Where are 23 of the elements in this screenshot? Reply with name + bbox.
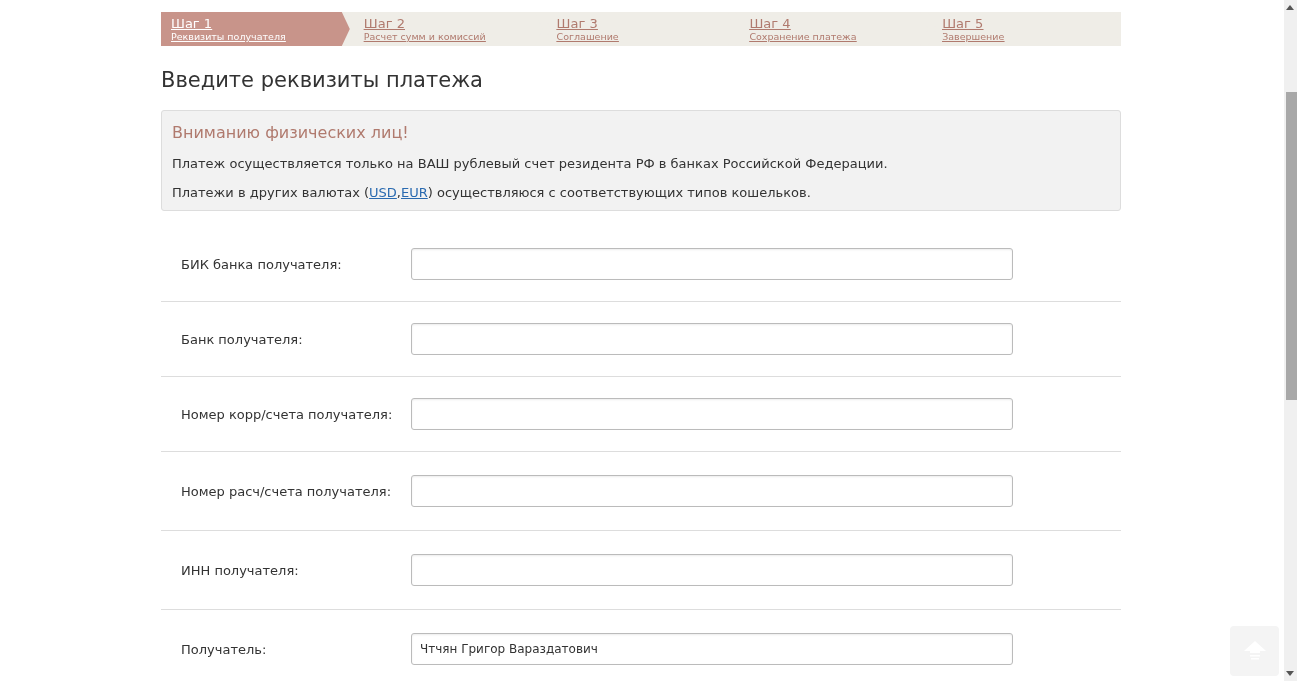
notice-text: Платежи в других валютах (USD,EUR) осуществляюся с соответствующих типов кошельков. xyxy=(172,185,812,200)
input-field[interactable] xyxy=(411,398,1013,430)
scrollbar[interactable] xyxy=(1284,0,1297,681)
input-field[interactable] xyxy=(411,475,1013,507)
field-label: Банк получателя: xyxy=(181,331,304,347)
scroll-down-icon[interactable] xyxy=(1286,671,1294,676)
currency-link[interactable]: USD xyxy=(369,185,397,200)
field-label: БИК банка получателя: xyxy=(181,256,343,272)
scrollbar-thumb[interactable] xyxy=(1286,92,1297,400)
notice-text: Платеж осуществляется только на ВАШ рублевый счет резидента РФ в банках Российской Федерации. xyxy=(172,156,889,171)
input-field[interactable] xyxy=(411,248,1013,280)
page-heading: Введите реквизиты платежа xyxy=(161,68,484,92)
currency-link[interactable]: EUR xyxy=(401,185,428,200)
notice-title: Вниманию физических лиц! xyxy=(172,123,410,142)
scroll-up-icon[interactable] xyxy=(1286,5,1294,10)
input-field[interactable] xyxy=(411,323,1013,355)
wizard-step[interactable]: Шаг 1 Реквизиты получателя xyxy=(161,12,350,46)
field-label: Получатель: xyxy=(181,641,268,657)
field-label: ИНН получателя: xyxy=(181,562,300,578)
input-field[interactable] xyxy=(411,554,1013,586)
input-field[interactable]: Чтчян Григор Вараздатович xyxy=(411,633,1013,665)
field-label: Номер расч/счета получателя: xyxy=(181,483,393,499)
field-label: Номер корр/счета получателя: xyxy=(181,406,394,422)
